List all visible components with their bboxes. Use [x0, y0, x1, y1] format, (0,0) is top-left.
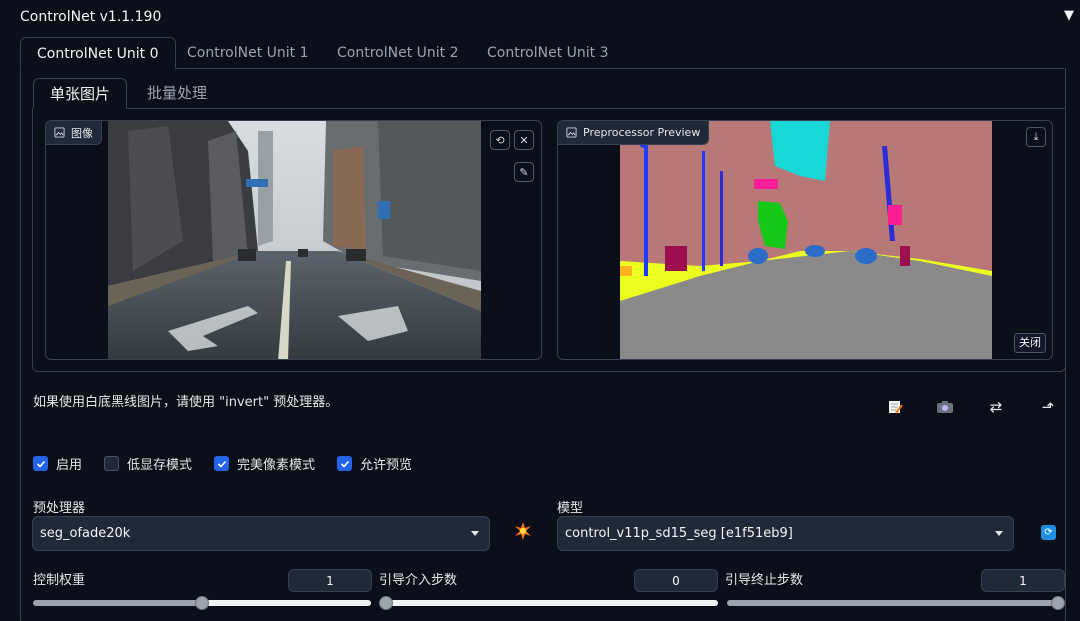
street-photo — [108, 121, 481, 359]
low-vram-label: 低显存模式 — [127, 458, 193, 473]
slider-thumb[interactable] — [195, 596, 209, 610]
close-preview-button[interactable]: 关闭 — [1014, 333, 1046, 353]
guidance-end-label: 引导终止步数 — [725, 573, 804, 588]
preview-label-text: Preprocessor Preview — [583, 126, 701, 139]
brush-icon[interactable]: ✎ — [514, 162, 534, 182]
model-dropdown[interactable]: control_v11p_sd15_seg [e1f51eb9] — [557, 516, 1014, 551]
pixel-perfect-checkbox[interactable]: 完美像素模式 — [214, 454, 315, 473]
slider-thumb[interactable] — [379, 596, 393, 610]
control-weight-input[interactable]: 1 — [288, 569, 372, 592]
run-preprocessor-icon[interactable] — [514, 522, 532, 545]
guidance-end-input[interactable]: 1 — [981, 569, 1065, 592]
enable-label: 启用 — [56, 458, 83, 473]
allow-preview-label: 允许预览 — [360, 458, 413, 473]
guidance-start-input[interactable]: 0 — [634, 569, 718, 592]
allow-preview-checkbox[interactable]: 允许预览 — [337, 454, 412, 473]
tab-unit-3[interactable]: ControlNet Unit 3 — [471, 37, 625, 69]
low-vram-checkbox[interactable]: 低显存模式 — [104, 454, 192, 473]
slider-thumb[interactable] — [1051, 596, 1065, 610]
panel-title: ControlNet v1.1.190 — [20, 9, 162, 25]
guidance-start-label: 引导介入步数 — [379, 573, 458, 588]
model-value: control_v11p_sd15_seg [e1f51eb9] — [565, 526, 793, 541]
checkbox-unchecked-icon[interactable] — [104, 456, 120, 471]
edit-icon[interactable] — [885, 397, 905, 417]
camera-icon[interactable] — [935, 397, 955, 417]
control-weight-label: 控制权重 — [33, 573, 86, 588]
tab-unit-2[interactable]: ControlNet Unit 2 — [321, 37, 475, 69]
refresh-models-icon[interactable]: ⟳ — [1041, 525, 1056, 540]
send-icon[interactable]: ⬏ — [1038, 397, 1058, 417]
collapse-icon[interactable]: ▼ — [1064, 8, 1074, 23]
slider-remaining — [380, 600, 718, 606]
pixel-perfect-label: 完美像素模式 — [237, 458, 316, 473]
slider-remaining — [202, 600, 371, 606]
tab-batch[interactable]: 批量处理 — [131, 78, 223, 109]
segmentation-preview — [620, 121, 992, 359]
tab-unit-1[interactable]: ControlNet Unit 1 — [171, 37, 325, 69]
checkbox-checked-icon[interactable] — [214, 456, 230, 471]
checkbox-checked-icon[interactable] — [337, 456, 353, 471]
preprocessor-label: 预处理器 — [33, 501, 86, 516]
slider-fill — [727, 600, 1065, 606]
input-image-panel[interactable]: 图像 ⟲ ✕ ✎ — [45, 120, 542, 360]
guidance-end-slider[interactable] — [727, 600, 1065, 606]
enable-checkbox[interactable]: 启用 — [33, 454, 82, 473]
tab-unit-0[interactable]: ControlNet Unit 0 — [20, 37, 176, 69]
slider-fill — [33, 600, 202, 606]
clear-image-icon[interactable]: ✕ — [514, 130, 534, 150]
image-label: 图像 — [46, 121, 102, 145]
image-icon — [54, 127, 65, 138]
preprocessor-preview-panel: Preprocessor Preview ⤓ 关闭 — [557, 120, 1053, 360]
model-label: 模型 — [557, 501, 584, 516]
image-label-text: 图像 — [71, 126, 93, 140]
rotate-icon[interactable]: ⟲ — [490, 130, 510, 150]
chevron-down-icon — [995, 531, 1003, 536]
preprocessor-dropdown[interactable]: seg_ofade20k — [32, 516, 490, 551]
guidance-start-slider[interactable] — [380, 600, 718, 606]
preview-label: Preprocessor Preview — [558, 121, 710, 145]
option-checkboxes: 启用 低显存模式 完美像素模式 允许预览 — [33, 454, 434, 473]
invert-hint: 如果使用白底黑线图片，请使用 "invert" 预处理器。 — [33, 395, 339, 410]
tab-single-image[interactable]: 单张图片 — [33, 78, 128, 109]
swap-icon[interactable]: ⇄ — [986, 397, 1006, 417]
chevron-down-icon — [471, 531, 479, 536]
preprocessor-value: seg_ofade20k — [40, 526, 131, 541]
download-icon[interactable]: ⤓ — [1026, 127, 1046, 147]
checkbox-checked-icon[interactable] — [33, 456, 48, 471]
image-icon — [566, 127, 577, 138]
